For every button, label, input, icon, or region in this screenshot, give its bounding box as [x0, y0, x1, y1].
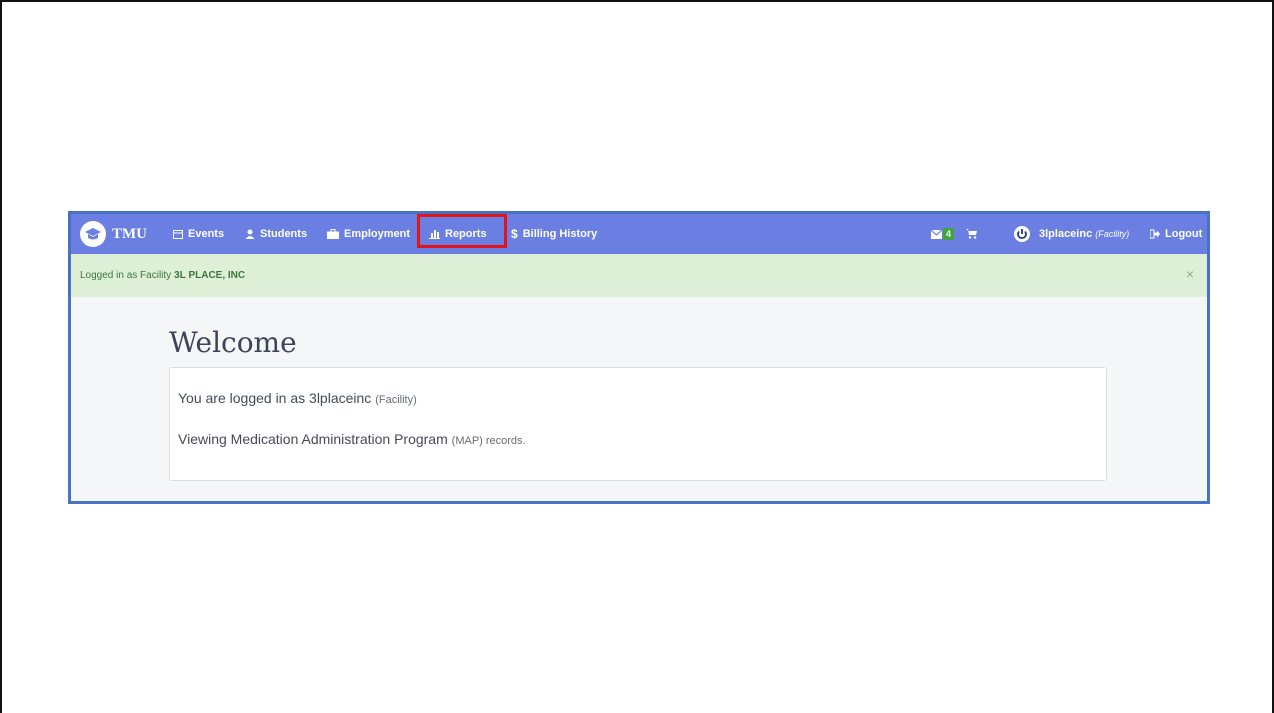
logout-label: Logout — [1165, 228, 1203, 240]
brand-logo-link[interactable]: TMU — [80, 214, 147, 254]
reports-highlight-box — [417, 214, 507, 248]
dollar-icon: $ — [511, 227, 518, 241]
alert-close-button[interactable]: × — [1186, 266, 1194, 282]
nav-events[interactable]: Events — [173, 214, 224, 254]
program-info-text: Viewing Medication Administration Progra… — [178, 431, 448, 447]
nav-employment-label: Employment — [344, 228, 411, 240]
user-role: (Facility) — [1095, 229, 1130, 239]
logout-button[interactable]: Logout — [1150, 214, 1202, 254]
nav-students-label: Students — [260, 228, 308, 240]
messages-button[interactable]: 4 — [931, 214, 955, 254]
nav-students[interactable]: Students — [245, 214, 307, 254]
login-info-text: You are logged in as 3lplaceinc — [178, 390, 372, 406]
envelope-icon — [931, 229, 942, 239]
sign-out-icon — [1150, 229, 1160, 239]
app-window: TMU Events Students Employment Reports $… — [68, 211, 1210, 504]
alert-facility-name: 3L PLACE, INC — [174, 270, 246, 281]
top-navbar: TMU Events Students Employment Reports $… — [71, 214, 1207, 254]
program-abbrev-text: (MAP) records. — [451, 435, 526, 447]
brand-name: TMU — [112, 225, 147, 242]
username: 3lplaceinc — [1039, 228, 1093, 240]
nav-employment[interactable]: Employment — [327, 214, 410, 254]
login-alert: Logged in as Facility 3L PLACE, INC × — [71, 254, 1207, 297]
program-info-line: Viewing Medication Administration Progra… — [178, 431, 526, 447]
power-icon — [1014, 226, 1030, 242]
page-title: Welcome — [169, 326, 297, 359]
briefcase-icon — [327, 229, 339, 239]
nav-billing-history[interactable]: $ Billing History — [511, 214, 597, 254]
welcome-panel: You are logged in as 3lplaceinc (Facilit… — [169, 367, 1107, 481]
calendar-icon — [173, 229, 183, 239]
messages-badge: 4 — [943, 228, 955, 240]
cart-icon — [966, 229, 977, 239]
user-menu[interactable]: 3lplaceinc (Facility) — [1014, 214, 1129, 254]
cart-button[interactable] — [966, 214, 982, 254]
user-icon — [245, 229, 255, 239]
graduation-cap-icon — [80, 221, 106, 247]
alert-prefix: Logged in as Facility — [80, 270, 172, 281]
login-role-text: (Facility) — [375, 394, 417, 406]
nav-billing-history-label: Billing History — [522, 228, 598, 240]
login-info-line: You are logged in as 3lplaceinc (Facilit… — [178, 390, 417, 406]
nav-events-label: Events — [188, 228, 225, 240]
